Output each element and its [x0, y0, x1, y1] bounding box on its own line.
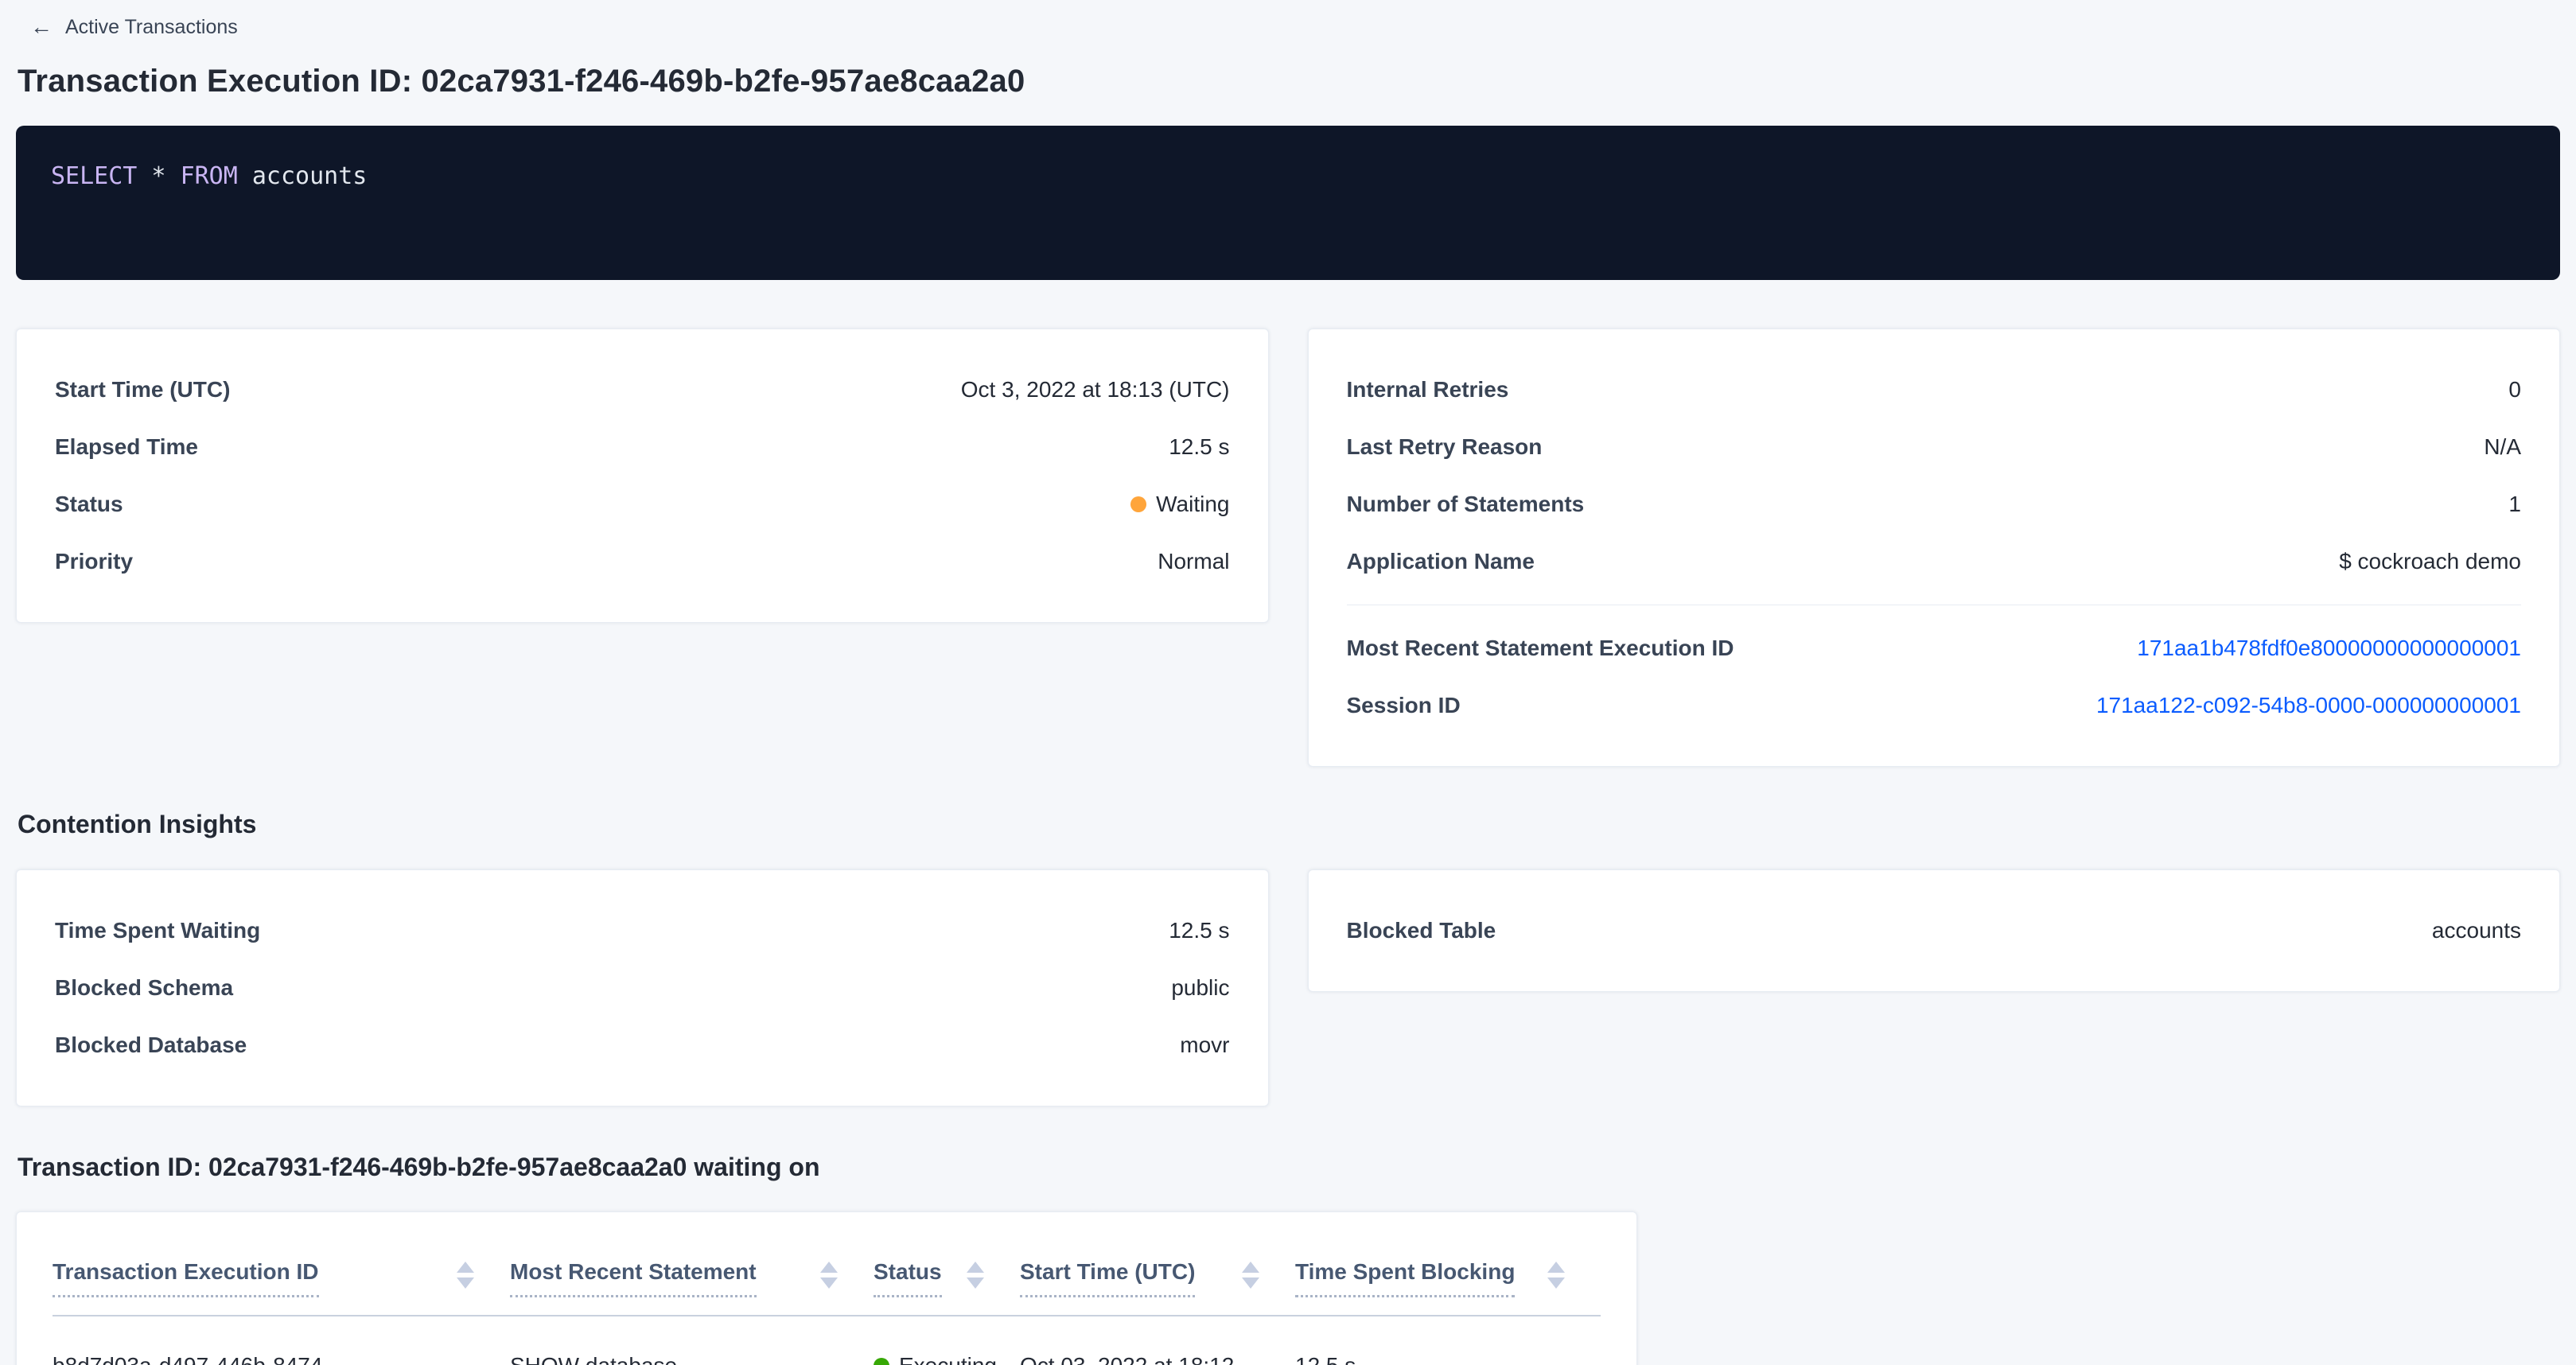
- blocked-database-label: Blocked Database: [55, 1032, 247, 1058]
- time-spent-waiting-value: 12.5 s: [1169, 918, 1229, 943]
- contention-row-blocked-table: Blocked Table accounts: [1347, 902, 2522, 959]
- waiting-on-table-card: Transaction Execution ID Most Recent Sta…: [16, 1211, 1637, 1365]
- summary-cards: Start Time (UTC) Oct 3, 2022 at 18:13 (U…: [16, 329, 2560, 767]
- sql-statement: SELECT * FROM accounts: [51, 162, 2525, 190]
- sort-up-icon: [1547, 1262, 1565, 1273]
- column-header-time-spent-blocking[interactable]: Time Spent Blocking: [1295, 1250, 1601, 1315]
- sort-icon[interactable]: [1242, 1258, 1259, 1289]
- contention-row-time-spent-waiting: Time Spent Waiting 12.5 s: [55, 902, 1230, 959]
- sql-star: *: [137, 162, 180, 190]
- elapsed-time-value: 12.5 s: [1169, 434, 1229, 460]
- sort-down-icon: [457, 1278, 474, 1289]
- sort-icon[interactable]: [967, 1258, 984, 1289]
- summary-row-internal-retries: Internal Retries 0: [1347, 361, 2522, 418]
- blocked-database-value: movr: [1180, 1032, 1229, 1058]
- session-id-label: Session ID: [1347, 693, 1461, 718]
- statement-execution-id-link[interactable]: 171aa1b478fdf0e80000000000000001: [2137, 636, 2521, 661]
- transaction-details-page: ← Active Transactions Transaction Execut…: [0, 0, 2576, 1365]
- number-of-statements-value: 1: [2508, 492, 2521, 517]
- waiting-on-heading: Transaction ID: 02ca7931-f246-469b-b2fe-…: [18, 1153, 2560, 1182]
- column-label[interactable]: Start Time (UTC): [1020, 1258, 1195, 1297]
- status-value: Waiting: [1156, 492, 1229, 517]
- sort-icon[interactable]: [457, 1258, 474, 1289]
- summary-row-application-name: Application Name $ cockroach demo: [1347, 533, 2522, 590]
- status-badge: Waiting: [1130, 492, 1229, 517]
- summary-card-left: Start Time (UTC) Oct 3, 2022 at 18:13 (U…: [16, 329, 1269, 623]
- status-value: Executing: [899, 1353, 997, 1365]
- summary-row-start-time: Start Time (UTC) Oct 3, 2022 at 18:13 (U…: [55, 361, 1230, 418]
- sql-statement-box: SELECT * FROM accounts: [16, 126, 2560, 280]
- sort-up-icon: [967, 1262, 984, 1273]
- internal-retries-value: 0: [2508, 377, 2521, 402]
- sort-down-icon: [820, 1278, 838, 1289]
- status-badge: Executing: [874, 1353, 997, 1365]
- priority-label: Priority: [55, 549, 133, 574]
- sort-down-icon: [967, 1278, 984, 1289]
- summary-row-last-retry-reason: Last Retry Reason N/A: [1347, 418, 2522, 476]
- sort-up-icon: [457, 1262, 474, 1273]
- time-spent-waiting-label: Time Spent Waiting: [55, 918, 260, 943]
- session-id-link[interactable]: 171aa122-c092-54b8-0000-000000000001: [2096, 693, 2521, 718]
- blocked-table-label: Blocked Table: [1347, 918, 1496, 943]
- blocked-table-value: accounts: [2432, 918, 2521, 943]
- contention-cards: Time Spent Waiting 12.5 s Blocked Schema…: [16, 869, 2560, 1106]
- sql-keyword-select: SELECT: [51, 162, 137, 190]
- summary-row-session-id: Session ID 171aa122-c092-54b8-0000-00000…: [1347, 677, 2522, 734]
- sql-keyword-from: FROM: [181, 162, 238, 190]
- contention-card-left: Time Spent Waiting 12.5 s Blocked Schema…: [16, 869, 1269, 1106]
- summary-row-statement-execution-id: Most Recent Statement Execution ID 171aa…: [1347, 620, 2522, 677]
- contention-card-right: Blocked Table accounts: [1308, 869, 2561, 992]
- column-label[interactable]: Most Recent Statement: [510, 1258, 757, 1297]
- contention-row-blocked-schema: Blocked Schema public: [55, 959, 1230, 1017]
- cell-status: Executing: [874, 1316, 1020, 1365]
- application-name-value: $ cockroach demo: [2339, 549, 2521, 574]
- column-label[interactable]: Time Spent Blocking: [1295, 1258, 1515, 1297]
- priority-value: Normal: [1158, 549, 1229, 574]
- column-label[interactable]: Transaction Execution ID: [53, 1258, 319, 1297]
- status-waiting-dot-icon: [1130, 496, 1146, 512]
- sort-down-icon: [1242, 1278, 1259, 1289]
- sort-down-icon: [1547, 1278, 1565, 1289]
- summary-row-number-of-statements: Number of Statements 1: [1347, 476, 2522, 533]
- cell-transaction-execution-id: b8d7d03a-d497-446b-8474-e50846674768: [53, 1316, 510, 1365]
- summary-row-elapsed-time: Elapsed Time 12.5 s: [55, 418, 1230, 476]
- column-header-most-recent-statement[interactable]: Most Recent Statement: [510, 1250, 874, 1315]
- summary-row-priority: Priority Normal: [55, 533, 1230, 590]
- contention-insights-heading: Contention Insights: [18, 810, 2560, 839]
- statement-execution-id-label: Most Recent Statement Execution ID: [1347, 636, 1734, 661]
- start-time-value: Oct 3, 2022 at 18:13 (UTC): [961, 377, 1230, 402]
- contention-row-blocked-database: Blocked Database movr: [55, 1017, 1230, 1074]
- start-time-label: Start Time (UTC): [55, 377, 230, 402]
- arrow-left-icon: ←: [30, 16, 53, 38]
- column-header-status[interactable]: Status: [874, 1250, 1020, 1315]
- status-label: Status: [55, 492, 123, 517]
- breadcrumb-label: Active Transactions: [65, 16, 238, 39]
- page-title: Transaction Execution ID: 02ca7931-f246-…: [18, 64, 2560, 99]
- cell-start-time: Oct 03, 2022 at 18:12: [1020, 1316, 1295, 1365]
- elapsed-time-label: Elapsed Time: [55, 434, 198, 460]
- blocked-schema-value: public: [1171, 975, 1229, 1001]
- sort-up-icon: [1242, 1262, 1259, 1273]
- cell-most-recent-statement: SHOW database: [510, 1316, 874, 1365]
- sort-up-icon: [820, 1262, 838, 1273]
- sql-table-name: accounts: [238, 162, 368, 190]
- blocked-schema-label: Blocked Schema: [55, 975, 233, 1001]
- column-label[interactable]: Status: [874, 1258, 942, 1297]
- table-header-row: Transaction Execution ID Most Recent Sta…: [53, 1250, 1601, 1316]
- cell-time-spent-blocking: 12.5 s: [1295, 1316, 1601, 1365]
- last-retry-reason-value: N/A: [2484, 434, 2521, 460]
- column-header-transaction-execution-id[interactable]: Transaction Execution ID: [53, 1250, 510, 1315]
- status-executing-dot-icon: [874, 1358, 889, 1365]
- application-name-label: Application Name: [1347, 549, 1535, 574]
- number-of-statements-label: Number of Statements: [1347, 492, 1585, 517]
- column-header-start-time[interactable]: Start Time (UTC): [1020, 1250, 1295, 1315]
- summary-row-status: Status Waiting: [55, 476, 1230, 533]
- breadcrumb-back-link[interactable]: ← Active Transactions: [16, 11, 2560, 43]
- sort-icon[interactable]: [1547, 1258, 1565, 1289]
- internal-retries-label: Internal Retries: [1347, 377, 1509, 402]
- last-retry-reason-label: Last Retry Reason: [1347, 434, 1543, 460]
- table-row: b8d7d03a-d497-446b-8474-e50846674768 SHO…: [53, 1316, 1601, 1365]
- summary-card-right: Internal Retries 0 Last Retry Reason N/A…: [1308, 329, 2561, 767]
- sort-icon[interactable]: [820, 1258, 838, 1289]
